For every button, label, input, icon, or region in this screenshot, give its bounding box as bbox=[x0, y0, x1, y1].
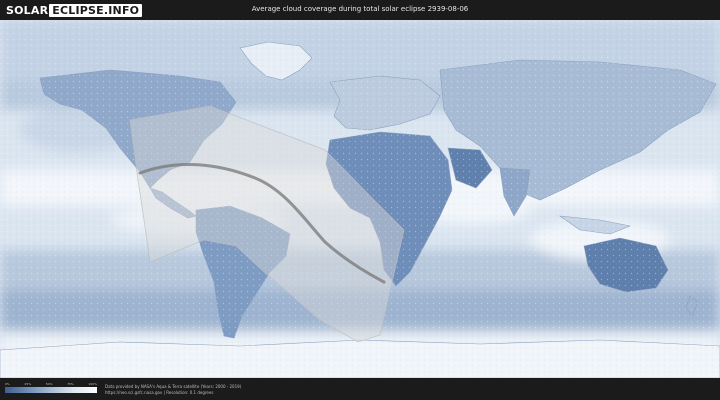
footer-bar: 0% 25% 50% 75% 100% Data provided by NAS… bbox=[0, 378, 720, 400]
scale-label: 25% bbox=[24, 382, 32, 386]
header-bar: SOLAR ECLIPSE.INFO Average cloud coverag… bbox=[0, 0, 720, 20]
credit-line-2: https://neo.sci.gsfc.nasa.gov | Resoluti… bbox=[105, 389, 214, 395]
credit-line-1: Data provided by NASA's Aqua & Terra sat… bbox=[105, 384, 242, 389]
scale-labels: 0% 25% 50% 75% 100% bbox=[5, 382, 97, 386]
data-credit: Data provided by NASA's Aqua & Terra sat… bbox=[105, 384, 241, 395]
map-title: Average cloud coverage during total sola… bbox=[251, 5, 469, 13]
scale-label: 100% bbox=[88, 382, 97, 386]
scale-label: 50% bbox=[45, 382, 53, 386]
scale-label: 75% bbox=[67, 382, 74, 386]
cloud-coverage-scale-bar bbox=[5, 387, 97, 393]
cloud-coverage-map bbox=[0, 20, 720, 378]
scale-label: 0% bbox=[5, 382, 10, 386]
